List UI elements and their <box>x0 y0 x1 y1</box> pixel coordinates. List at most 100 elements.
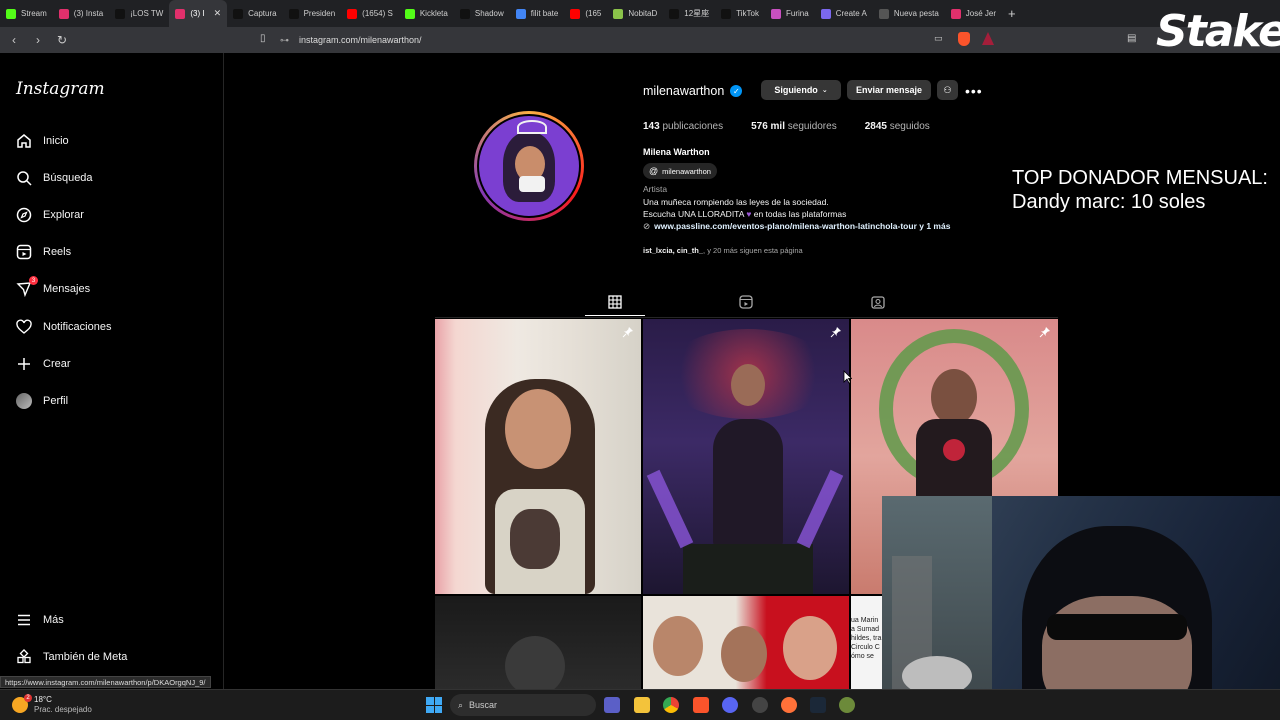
teams-icon[interactable] <box>604 697 620 713</box>
browser-tab[interactable]: ¡LOS TW <box>109 0 169 27</box>
more-options-icon[interactable]: ••• <box>965 83 983 99</box>
site-info-icon[interactable]: ⊶ <box>280 35 289 46</box>
sidebar-item-mensajes[interactable]: 3 Mensajes <box>16 276 90 297</box>
tab-label: (3) I <box>190 9 205 18</box>
tab-favicon-icon <box>58 8 69 19</box>
browser-tab[interactable]: (1654) S <box>341 0 399 27</box>
browser-tab[interactable]: Presiden <box>283 0 342 27</box>
bio-link-row[interactable]: ⊘ www.passline.com/eventos-plano/milena-w… <box>643 220 950 232</box>
post-thumbnail[interactable] <box>435 319 641 594</box>
taskbar-search[interactable]: ⌕ Buscar <box>450 694 596 716</box>
tab-reels[interactable] <box>738 294 754 310</box>
tab-label: Shadow <box>474 9 504 18</box>
post-thumbnail[interactable] <box>643 596 849 689</box>
post-thumbnail[interactable] <box>643 319 849 594</box>
post-thumbnail[interactable] <box>435 596 641 689</box>
cast-icon[interactable]: ▭ <box>934 33 943 44</box>
browser-tab[interactable]: filit bate <box>510 0 565 27</box>
reload-icon[interactable]: ↻ <box>52 33 72 47</box>
browser-tab[interactable]: Furina <box>765 0 815 27</box>
discord-icon[interactable] <box>722 697 738 713</box>
address-bar[interactable]: ⊶ instagram.com/milenawarthon/ <box>280 31 1000 49</box>
bio-link[interactable]: www.passline.com/eventos-plano/milena-wa… <box>654 221 950 231</box>
following-count: 2845 <box>864 121 887 132</box>
sidebar-item-reels[interactable]: Reels <box>16 244 71 260</box>
threads-badge[interactable]: @ milenawarthon <box>643 163 717 179</box>
tab-favicon-icon <box>6 8 16 19</box>
file-explorer-icon[interactable] <box>634 697 650 713</box>
bio-text: Escucha UNA LLORADITA <box>643 209 744 219</box>
browser-tab[interactable]: 12星座 <box>663 0 715 27</box>
sidebar-item-tambien-de-meta[interactable]: También de Meta <box>16 649 127 665</box>
weather-condition: Prac. despejado <box>34 705 92 714</box>
send-message-label: Enviar mensaje <box>855 85 923 95</box>
browser-tab[interactable]: José Jer <box>945 0 1002 27</box>
pin-icon <box>830 325 842 338</box>
tab-posts[interactable] <box>585 294 645 316</box>
weather-widget[interactable]: 2 18°C Prac. despejado <box>12 694 92 715</box>
tab-tagged[interactable] <box>870 294 886 310</box>
back-icon[interactable]: ‹ <box>4 33 24 47</box>
sidebar-item-explorar[interactable]: Explorar <box>16 207 84 223</box>
browser-tab[interactable]: TikTok <box>715 0 765 27</box>
tab-label: NobitaD <box>628 9 658 18</box>
app-icon[interactable] <box>752 697 768 713</box>
tab-label: José Jer <box>965 9 996 18</box>
suggested-users-button[interactable]: ⚇ <box>937 80 958 100</box>
sidebar-item-notificaciones[interactable]: Notificaciones <box>16 319 111 335</box>
forward-icon[interactable]: › <box>28 33 48 47</box>
followed-by-rest: , y 20 más siguen esta página <box>703 246 803 255</box>
browser-tab[interactable]: (3) Insta <box>53 0 109 27</box>
search-icon <box>16 170 32 186</box>
brave-icon[interactable] <box>693 697 709 713</box>
tab-favicon-icon <box>233 8 244 19</box>
app-icon[interactable] <box>839 697 855 713</box>
tab-favicon-icon <box>613 8 624 19</box>
followers-stat[interactable]: 576 mil seguidores <box>751 121 837 132</box>
taskbar-search-placeholder: Buscar <box>469 700 498 710</box>
sidebar-item-crear[interactable]: Crear <box>16 356 71 372</box>
close-tab-icon[interactable]: ✕ <box>214 8 222 19</box>
firefox-icon[interactable] <box>781 697 797 713</box>
post-thumbnail[interactable]: ua Marina Sumad hildes, tra Circulo Cómo… <box>851 596 882 689</box>
donor-name: Dandy marc: 10 soles <box>1012 191 1206 213</box>
weather-text: 18°C Prac. despejado <box>34 695 92 715</box>
sidebar-item-busqueda[interactable]: Búsqueda <box>16 170 93 186</box>
profile-picture[interactable] <box>474 111 584 221</box>
browser-tab[interactable]: Stream <box>0 0 53 27</box>
instagram-logo[interactable]: Instagram <box>16 79 105 99</box>
new-tab-button[interactable]: + <box>1002 0 1022 27</box>
compass-icon <box>16 207 32 223</box>
brave-shield-icon[interactable] <box>958 32 970 46</box>
chrome-icon[interactable] <box>663 697 679 713</box>
threads-icon: @ <box>649 166 659 176</box>
tab-divider <box>435 317 1058 318</box>
steam-icon[interactable] <box>810 697 826 713</box>
followed-by-text[interactable]: ist_lxcia, cin_th_, y 20 más siguen esta… <box>643 246 803 255</box>
pin-icon <box>1039 325 1051 338</box>
bookmark-icon[interactable]: ▯ <box>260 33 266 44</box>
windows-start-icon[interactable] <box>426 697 442 713</box>
sidebar-toggle-icon[interactable]: ▤ <box>1127 33 1136 44</box>
browser-tab[interactable]: (3) I ✕ <box>169 0 228 27</box>
browser-tab[interactable]: Nueva pesta <box>873 0 945 27</box>
url-text: instagram.com/milenawarthon/ <box>299 35 422 45</box>
sidebar-item-perfil[interactable]: Perfil <box>16 393 68 409</box>
browser-tab[interactable]: Kickleta <box>399 0 454 27</box>
browser-tab[interactable]: NobitaD <box>607 0 663 27</box>
browser-tab[interactable]: Create A <box>815 0 873 27</box>
purple-heart-icon: ♥ <box>746 209 752 219</box>
browser-tab[interactable]: Captura <box>227 0 282 27</box>
tab-favicon-icon <box>771 8 782 19</box>
browser-tab[interactable]: Shadow <box>454 0 510 27</box>
sidebar-item-inicio[interactable]: Inicio <box>16 133 69 149</box>
sidebar-item-mas[interactable]: Más <box>16 612 64 628</box>
donor-overlay: TOP DONADOR MENSUAL: Dandy marc: 10 sole… <box>1012 166 1268 214</box>
following-stat[interactable]: 2845 seguidos <box>865 121 930 132</box>
following-button[interactable]: Siguiendo ⌄ <box>761 80 841 100</box>
tab-favicon-icon <box>950 8 961 19</box>
send-message-button[interactable]: Enviar mensaje <box>847 80 931 100</box>
tab-favicon-icon <box>288 8 299 19</box>
profile-username: milenawarthon <box>643 84 725 98</box>
browser-tab[interactable]: (165 <box>564 0 607 27</box>
